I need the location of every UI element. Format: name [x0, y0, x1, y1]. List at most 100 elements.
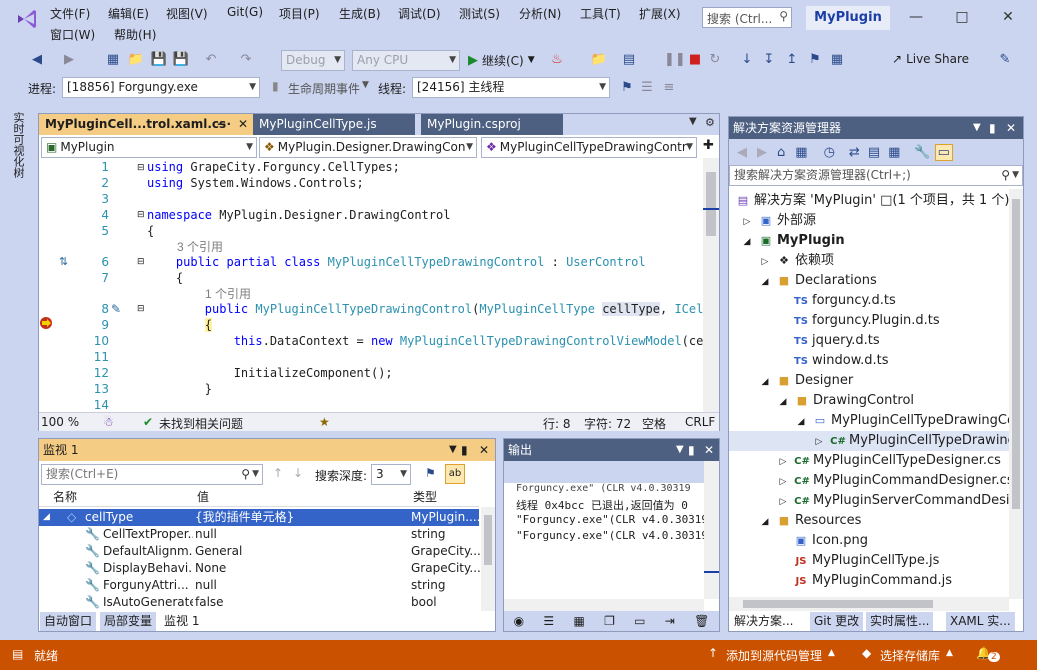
tree-external-sources[interactable]: ▷ ▣ 外部源 [739, 211, 816, 231]
collapse-icon[interactable]: ⊟ [137, 163, 145, 173]
watch-row[interactable]: 🔧 DefaultAlignm... General GrapeCity.... [39, 543, 481, 560]
tree-folder[interactable]: ◢ ■ Declarations [757, 271, 877, 291]
column-header-value[interactable]: 值 [197, 489, 209, 506]
pin-icon[interactable]: −⋅ [216, 114, 231, 135]
open-folder-icon[interactable]: 📁 [127, 51, 145, 69]
process-select[interactable]: [18856] Forgungy.exe ▼ [62, 77, 260, 98]
scroll-thumb[interactable] [484, 515, 492, 565]
list-icon[interactable]: ☰ [543, 614, 554, 628]
threads-icon[interactable]: ☰ [638, 79, 656, 97]
watch-row[interactable]: 🔧 ForgunyAttri... null string [39, 577, 479, 594]
menu-tools[interactable]: 工具(T) [580, 5, 621, 22]
step-over-icon[interactable]: ↧ [760, 51, 778, 69]
tree-file[interactable]: JS MyPluginCommand.js [793, 571, 953, 591]
menu-edit[interactable]: 编辑(E) [108, 5, 149, 22]
settings-icon[interactable]: ⚙ [705, 116, 715, 129]
new-item-icon[interactable]: ▦ [104, 51, 122, 69]
tree-file[interactable]: TS jquery.d.ts [793, 331, 880, 351]
target-icon[interactable]: ◉ [514, 614, 524, 628]
close-icon[interactable]: ✕ [479, 439, 489, 461]
collapse-icon[interactable]: ◢ [43, 509, 55, 526]
switch-views-icon[interactable]: ▦ [795, 145, 807, 160]
close-icon[interactable]: ✕ [1006, 117, 1016, 139]
tab-watch-1[interactable]: 监视 1 [160, 612, 204, 631]
cleanup-icon[interactable]: ★ [319, 415, 330, 429]
menu-view[interactable]: 视图(V) [166, 5, 208, 22]
tab-autos[interactable]: 自动窗口 [40, 612, 97, 631]
parallel-icon[interactable]: ≡ [660, 79, 678, 97]
tree-project[interactable]: ◢ ▣ MyPlugin [739, 231, 845, 251]
arrow-up-icon[interactable]: ↑ [273, 466, 283, 480]
codelens-references[interactable]: 1 个引用 [205, 285, 251, 302]
namespace-nav[interactable]: ❖ MyPlugin.Designer.DrawingCon ▼ [259, 137, 477, 158]
intellicode-icon[interactable]: ☃ [103, 415, 114, 429]
collapse-icon[interactable]: ⊟ [137, 304, 145, 314]
restart-icon[interactable]: ↻ [706, 51, 724, 69]
tree-file[interactable]: TS window.d.ts [793, 351, 889, 371]
feedback-icon[interactable]: ✎ [996, 51, 1014, 69]
menu-build[interactable]: 生成(B) [339, 5, 381, 22]
watch-row[interactable]: 🔧 DisplayBehavi... None GrapeCity.... [39, 560, 481, 577]
back-icon[interactable]: ◀ [737, 145, 747, 160]
tree-hscrollbar[interactable] [729, 597, 1009, 611]
copy-icon[interactable]: ❐ [604, 614, 615, 628]
tab-overflow-icon[interactable]: ▼ [689, 116, 697, 127]
menu-extensions[interactable]: 扩展(X) [639, 5, 681, 22]
stop-icon[interactable]: ■ [686, 51, 704, 69]
search-input[interactable]: 搜索 (Ctrl... ⚲ [702, 7, 792, 28]
back-icon[interactable]: ◀ [28, 51, 46, 69]
project-nav[interactable]: ▣ MyPlugin ▼ [41, 137, 257, 158]
tree-folder[interactable]: ◢ ■ Designer [757, 371, 854, 391]
tree-file[interactable]: ▷ C# MyPluginCellTypeDesigner.cs [775, 451, 1001, 471]
output-icon[interactable]: ▭ [634, 614, 645, 628]
watch-row[interactable]: 🔧 IsAutoGenerated false bool [39, 594, 479, 611]
undo-icon[interactable]: ↶ [202, 51, 220, 69]
dropdown-icon[interactable]: ▼ [449, 439, 457, 461]
column-header-name[interactable]: 名称 [53, 489, 77, 506]
code-area[interactable]: using GrapeCity.Forguncy.CellTypes; usin… [147, 158, 703, 412]
tree-file[interactable]: TS forguncy.d.ts [793, 291, 896, 311]
issues-label[interactable]: 未找到相关问题 [159, 415, 243, 432]
tree-solution[interactable]: ▤ 解决方案 'MyPlugin' □(1 个项目，共 1 个) [735, 191, 1010, 211]
tree-dependencies[interactable]: ▷ ❖ 依赖项 [757, 251, 834, 271]
tab-live-properties[interactable]: 实时属性... [866, 612, 934, 631]
menu-git[interactable]: Git(G) [227, 5, 263, 19]
preview-icon[interactable]: ▭ [934, 143, 953, 161]
config-select[interactable]: Debug ▼ [281, 50, 345, 71]
forward-icon[interactable]: ▶ [60, 51, 78, 69]
watch-search-input[interactable]: 搜索(Ctrl+E) ⚲ ▼ [41, 464, 263, 485]
add-to-source-control[interactable]: 添加到源代码管理 [726, 647, 822, 664]
continue-button[interactable]: ▶ 继续(C) ▼ [468, 51, 535, 69]
tree-file[interactable]: ◢ ▭ MyPluginCellTypeDrawingCon [793, 411, 1023, 431]
history-icon[interactable]: ◷ [824, 145, 835, 160]
close-icon[interactable]: ✕ [997, 6, 1019, 28]
bookmark-icon[interactable]: ⚑ [806, 51, 824, 69]
maximize-icon[interactable]: □ [951, 6, 973, 28]
step-into-icon[interactable]: ↓ [738, 51, 756, 69]
tree-file[interactable]: ▷ C# MyPluginServerCommandDesign [775, 491, 1023, 511]
dropdown-icon[interactable]: ▼ [676, 439, 684, 461]
select-repository[interactable]: 选择存储库 [880, 647, 940, 664]
home-icon[interactable]: ⌂ [777, 145, 785, 160]
tree-scrollbar[interactable] [1009, 189, 1023, 599]
menu-window[interactable]: 窗口(W) [50, 26, 95, 43]
tab-locals[interactable]: 局部变量 [100, 612, 157, 631]
quick-action-icon[interactable]: ✎ [111, 302, 121, 316]
pause-icon[interactable]: ❚❚ [664, 51, 686, 69]
clear-icon[interactable]: 🗑 [694, 614, 709, 628]
export-icon[interactable]: ⇥ [665, 614, 675, 628]
folder-icon[interactable]: 📁 [590, 51, 608, 69]
tab-git-changes[interactable]: Git 更改 [810, 612, 864, 631]
pin-icon[interactable]: ▮ [989, 117, 996, 139]
menu-analyze[interactable]: 分析(N) [519, 5, 561, 22]
watch-row[interactable]: ◢ ◇ cellType {我的插件单元格} MyPlugin.... [39, 509, 480, 526]
tree-file-selected[interactable]: ▷ C# MyPluginCellTypeDrawingC [729, 431, 1023, 451]
tree-folder[interactable]: ◢ ■ Resources [757, 511, 862, 531]
minimize-icon[interactable]: — [905, 6, 927, 28]
menu-file[interactable]: 文件(F) [50, 5, 90, 22]
flag-icon[interactable]: ⚑ [618, 79, 636, 97]
split-icon[interactable]: ✚ [703, 138, 714, 153]
output-hscrollbar[interactable] [504, 599, 704, 611]
collapse-all-icon[interactable]: ▤ [868, 145, 880, 160]
doc-tab-active[interactable]: MyPluginCell...trol.xaml.cs −⋅ ✕ [39, 114, 253, 135]
